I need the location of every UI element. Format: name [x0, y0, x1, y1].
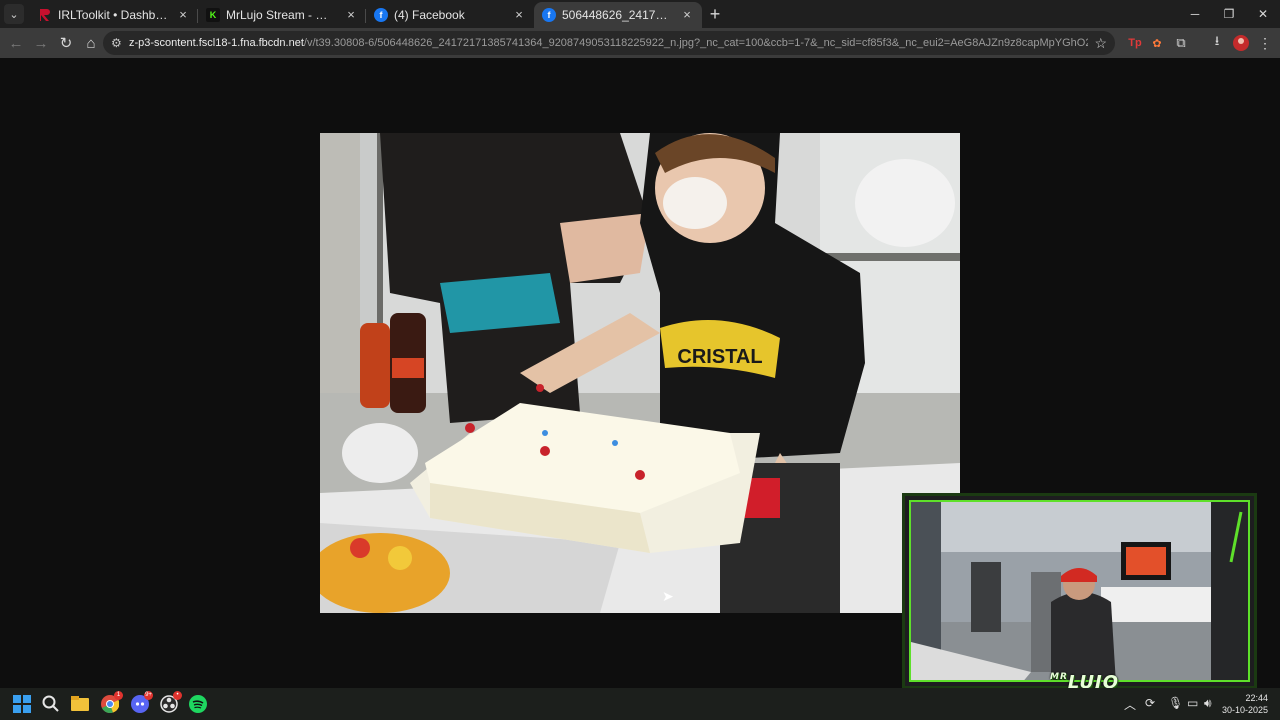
shirt-logo-text: CRISTAL: [677, 346, 762, 368]
file-explorer-icon[interactable]: [70, 694, 90, 714]
close-icon[interactable]: ×: [680, 8, 694, 22]
volume-icon[interactable]: 🔊︎: [1204, 696, 1212, 711]
bookmark-star-icon[interactable]: ☆: [1094, 35, 1107, 52]
facebook-icon: f: [374, 8, 388, 22]
url-host: z-p3-scontent.fscl18-1.fna.fbcdn.net: [129, 37, 304, 49]
chrome-icon[interactable]: 1: [100, 691, 123, 714]
network-icon[interactable]: ▭: [1187, 696, 1198, 710]
forward-button[interactable]: →: [29, 31, 53, 55]
tab-title: IRLToolkit • Dashboard: [58, 8, 170, 22]
discord-icon[interactable]: 9+: [130, 691, 153, 714]
chrome-badge: 1: [114, 691, 123, 700]
facebook-icon: f: [542, 8, 556, 22]
download-icon[interactable]: ⭳: [1207, 33, 1227, 53]
mouse-cursor: ➤: [662, 588, 674, 604]
close-icon[interactable]: ×: [344, 8, 358, 22]
restore-button[interactable]: ❐: [1212, 0, 1246, 28]
extensions-puzzle-icon[interactable]: ⧉: [1171, 33, 1191, 53]
webcam-feed: [909, 500, 1250, 682]
address-bar[interactable]: ⚙ z-p3-scontent.fscl18-1.fna.fbcdn.net/v…: [103, 31, 1115, 55]
microphone-icon[interactable]: 🎙︎: [1168, 696, 1183, 710]
tray-overflow-icon[interactable]: ︿: [1124, 696, 1136, 713]
reload-button[interactable]: ↻: [54, 31, 78, 55]
extension-icon-2[interactable]: ✿: [1147, 33, 1167, 53]
windows-start-icon[interactable]: [12, 694, 32, 714]
close-icon[interactable]: ×: [176, 8, 190, 22]
url-path: /v/t39.30808-6/506448626_241721713857413…: [303, 37, 1089, 49]
tab-image[interactable]: f 506448626_241721713857413 ×: [534, 2, 702, 28]
tab-irltoolkit[interactable]: IRLToolkit • Dashboard ×: [30, 2, 198, 28]
close-icon[interactable]: ×: [512, 8, 526, 22]
birthday-cake-photo: CRISTAL: [320, 133, 960, 613]
tab-facebook[interactable]: f (4) Facebook ×: [366, 2, 534, 28]
clock-time: 22:44: [1245, 693, 1268, 703]
browser-toolbar: ← → ↻ ⌂ ⚙ z-p3-scontent.fscl18-1.fna.fbc…: [0, 28, 1280, 58]
tab-strip: ⌄ IRLToolkit • Dashboard × K MrLujo Stre…: [0, 0, 1280, 28]
tab-mrlujo-stream[interactable]: K MrLujo Stream - Watch Live on ×: [198, 2, 366, 28]
minimize-button[interactable]: ─: [1178, 0, 1212, 28]
obs-badge: •: [173, 691, 182, 700]
obs-icon[interactable]: •: [159, 691, 182, 714]
logo-prefix: MR: [1050, 672, 1068, 682]
kick-icon: K: [206, 8, 220, 22]
clock-date: 30-10-2025: [1221, 705, 1268, 715]
close-window-button[interactable]: ✕: [1246, 0, 1280, 28]
sync-icon[interactable]: ⟳: [1145, 696, 1155, 710]
discord-badge: 9+: [144, 691, 153, 700]
irltoolkit-icon: [38, 8, 52, 22]
chrome-menu-icon[interactable]: ⋮: [1255, 33, 1275, 53]
home-button[interactable]: ⌂: [79, 31, 103, 55]
url-text: z-p3-scontent.fscl18-1.fna.fbcdn.net/v/t…: [129, 37, 1088, 49]
new-tab-button[interactable]: +: [702, 1, 728, 27]
tab-title: 506448626_241721713857413: [562, 8, 674, 22]
tab-title: MrLujo Stream - Watch Live on: [226, 8, 338, 22]
tab-title: (4) Facebook: [394, 8, 465, 22]
site-info-icon[interactable]: ⚙: [111, 36, 129, 50]
spotify-icon[interactable]: [188, 694, 208, 714]
extension-icon-1[interactable]: Tp: [1125, 33, 1145, 53]
profile-avatar[interactable]: [1231, 33, 1251, 53]
back-button[interactable]: ←: [4, 31, 28, 55]
windows-taskbar: 1 9+ • ︿ ⟳ 🎙︎ ▭ 🔊︎ 22:44 30-10-2025: [0, 688, 1280, 720]
webcam-overlay: [902, 493, 1257, 689]
system-clock[interactable]: 22:44 30-10-2025: [1222, 692, 1268, 716]
search-icon[interactable]: [41, 694, 61, 714]
window-controls: ─ ❐ ✕: [1178, 0, 1280, 28]
tab-search-button[interactable]: ⌄: [4, 4, 24, 24]
